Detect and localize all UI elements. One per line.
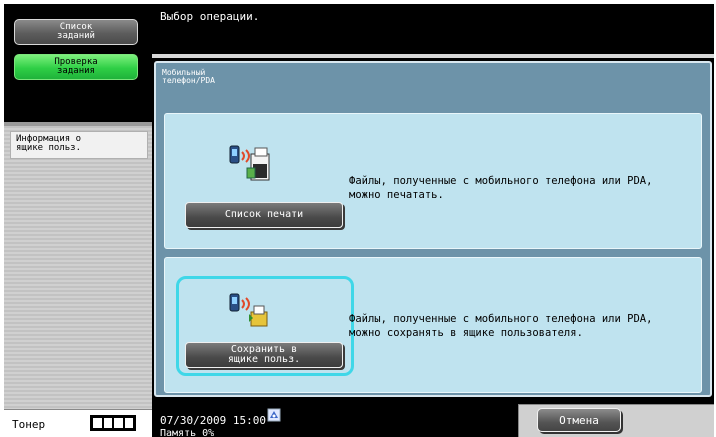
toner-status: Тонер [4,409,152,437]
operation-prompt: Выбор операции. [160,10,260,23]
memory-status: Память 0% [160,428,215,437]
left-sidebar: Список заданий Проверка задания Информац… [4,4,152,437]
cancel-button[interactable]: Отмена [537,408,621,432]
date-time: 07/30/2009 15:00 [160,414,266,427]
save-description: Файлы, полученные с мобильного телефона … [349,313,653,339]
sidebar-divider [4,122,152,126]
save-to-box-button[interactable]: Сохранить в ящике польз. [185,342,343,368]
save-to-box-card: Сохранить в ящике польз. Файлы, полученн… [164,257,702,393]
cancel-area: Отмена [518,404,714,437]
mobile-pda-panel: Мобильный телефон/PDA Список печати Файл… [154,61,712,397]
box-info-item[interactable]: Информация о ящике польз. [10,131,148,159]
sidebar-top-area: Список заданий Проверка задания [4,4,152,122]
mobile-save-icon [229,292,273,336]
toner-segment [124,418,133,428]
header-divider [152,54,714,58]
toner-segment [103,418,112,428]
print-description: Файлы, полученные с мобильного телефона … [349,175,653,201]
screen-frame: Список заданий Проверка задания Информац… [4,4,714,437]
job-check-button[interactable]: Проверка задания [14,54,138,80]
panel-title: Мобильный телефон/PDA [162,68,215,85]
toner-label: Тонер [12,418,46,431]
network-status-icon [267,407,281,426]
toner-segment [114,418,123,428]
mobile-print-icon [229,144,273,188]
print-list-button[interactable]: Список печати [185,202,343,228]
job-list-button[interactable]: Список заданий [14,19,138,45]
toner-level-bar [90,415,136,431]
toner-segment [93,418,102,428]
print-list-card: Список печати Файлы, полученные с мобиль… [164,113,702,249]
